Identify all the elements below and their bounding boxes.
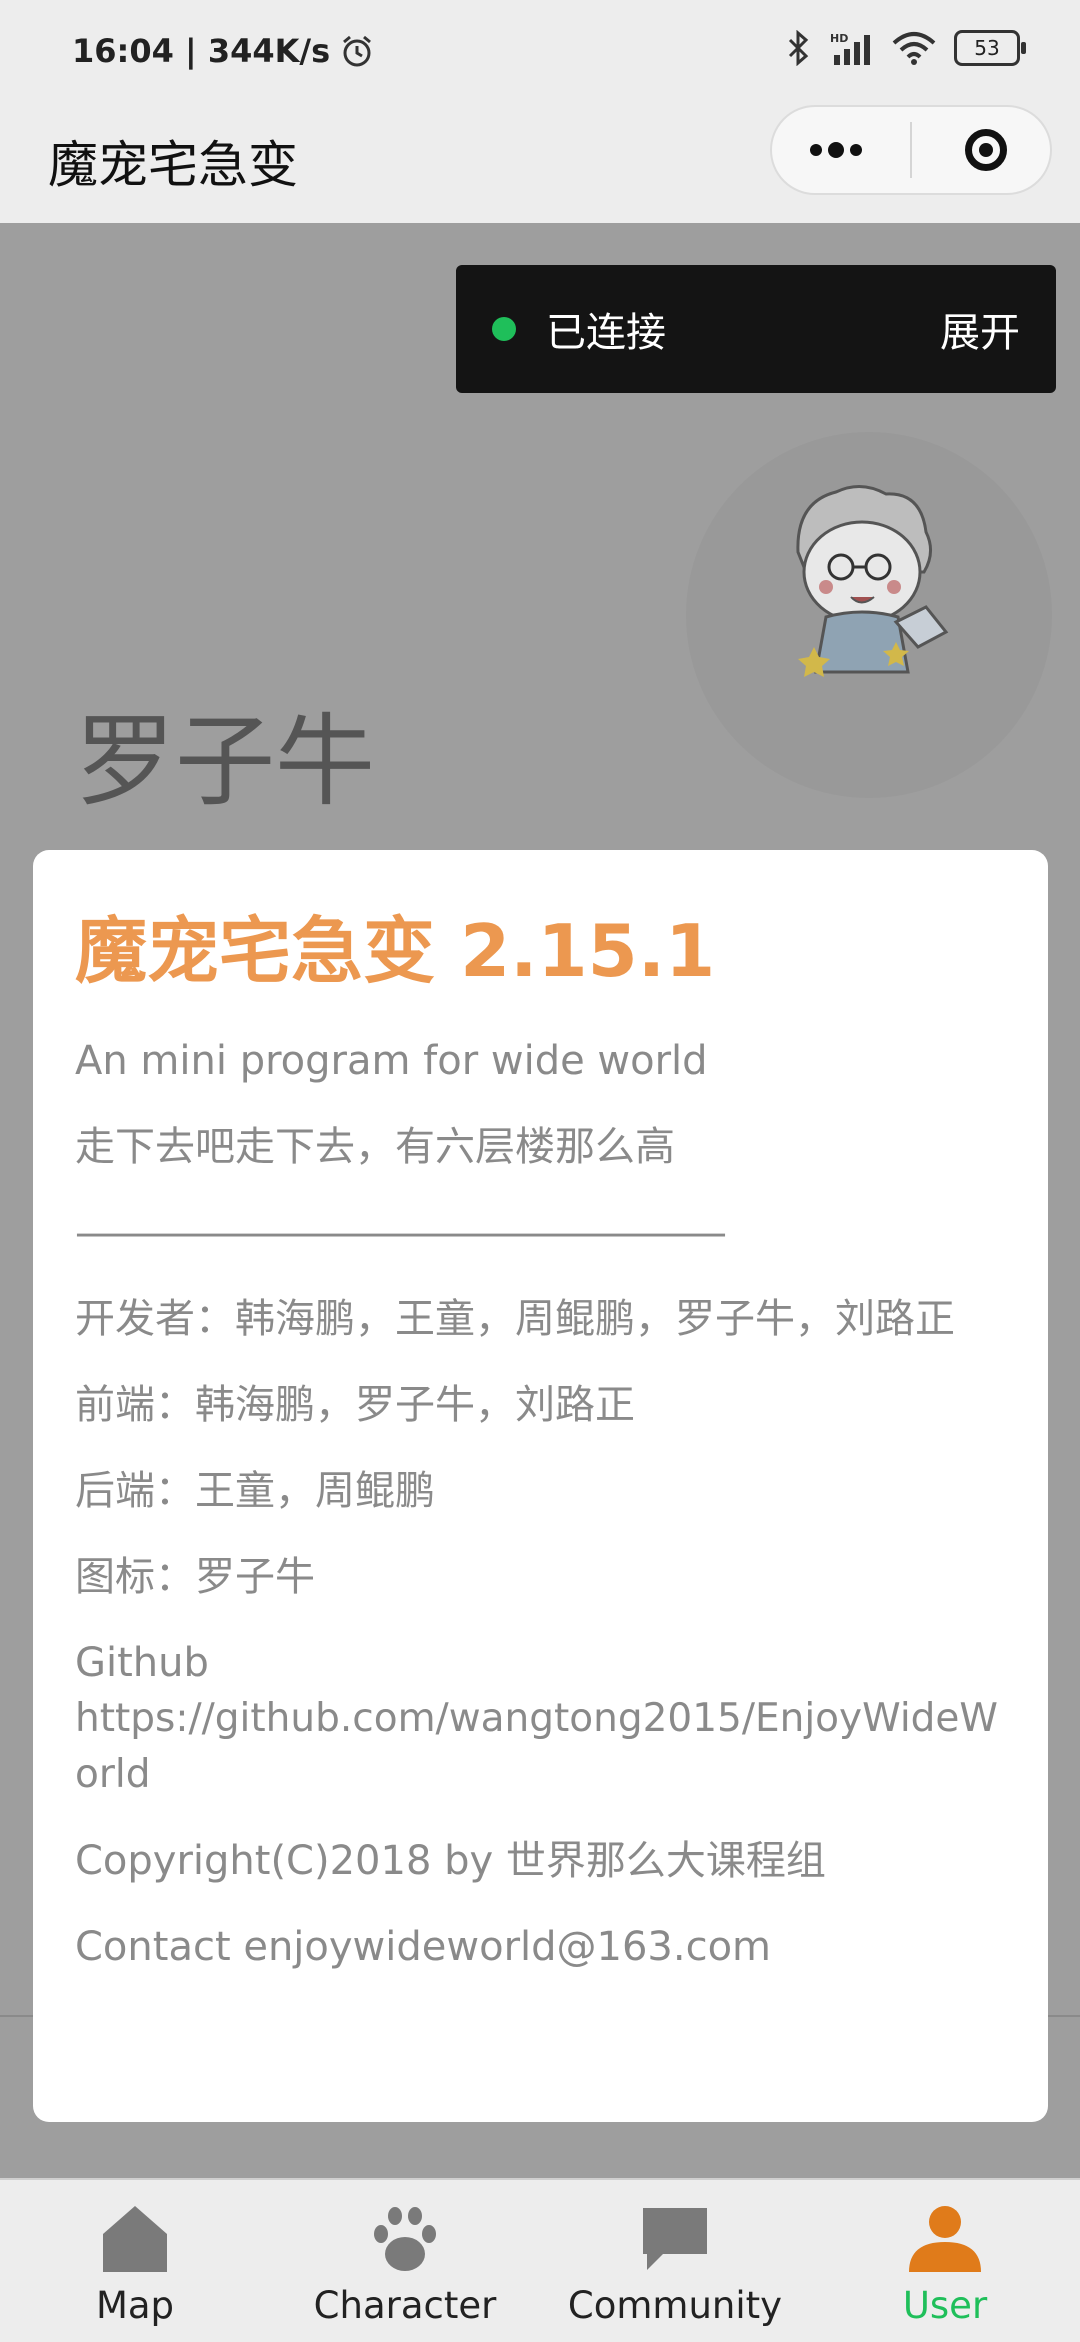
house-icon — [103, 2206, 167, 2272]
tab-character[interactable]: Character — [270, 2180, 540, 2342]
user-icon — [909, 2206, 981, 2272]
chat-bubble-icon — [643, 2208, 707, 2270]
target-icon — [964, 129, 1007, 171]
github-link[interactable]: https://github.com/wangtong2015/EnjoyWid… — [75, 1691, 1006, 1803]
status-time: 16:04 | 344K/s — [72, 32, 374, 70]
more-dots-icon — [810, 142, 863, 158]
tab-label-user: User — [902, 2284, 988, 2327]
time-speed-text: 16:04 | 344K/s — [72, 32, 331, 70]
expand-button[interactable]: 展开 — [940, 300, 1020, 358]
tab-map[interactable]: Map — [0, 2180, 270, 2342]
about-tagline: An mini program for wide world — [75, 1037, 708, 1084]
nav-bar: 魔宠宅急变 — [0, 105, 1080, 223]
about-slogan: 走下去吧走下去，有六层楼那么高 — [75, 1123, 675, 1170]
about-frontend: 前端：韩海鹏，罗子牛，刘路正 — [75, 1381, 635, 1428]
more-button[interactable] — [781, 105, 891, 195]
status-bar: 16:04 | 344K/s HD 53 — [0, 0, 1080, 105]
github-label: Github — [75, 1639, 209, 1686]
tab-community[interactable]: Community — [540, 2180, 810, 2342]
connection-bar[interactable]: 已连接 展开 — [456, 265, 1056, 393]
alarm-icon — [343, 35, 372, 67]
capsule-divider — [909, 122, 912, 178]
user-name: 罗子牛 — [75, 703, 375, 820]
about-copyright: Copyright(C)2018 by 世界那么大课程组 — [75, 1837, 826, 1884]
battery-icon: 53 — [954, 30, 1026, 66]
page-title: 魔宠宅急变 — [48, 136, 298, 194]
tab-label-map: Map — [95, 2284, 175, 2327]
status-icons: HD 53 — [786, 30, 1026, 66]
tab-bar: Map Character Community User — [0, 2178, 1080, 2342]
svg-text:HD: HD — [830, 32, 848, 45]
connected-dot-icon — [492, 317, 516, 341]
avatar-cartoon-icon — [796, 485, 949, 677]
tab-user[interactable]: User — [810, 2180, 1080, 2342]
wifi-icon — [892, 32, 936, 65]
tab-label-community: Community — [567, 2284, 783, 2327]
about-title: 魔宠宅急变 2.15.1 — [75, 909, 716, 993]
about-icons: 图标：罗子牛 — [75, 1553, 315, 1600]
paw-icon — [374, 2207, 436, 2271]
avatar[interactable] — [686, 432, 1052, 798]
battery-level: 53 — [974, 36, 1000, 60]
about-separator: —————————————————— — [75, 1209, 727, 1256]
cell-signal-icon: HD — [830, 32, 870, 65]
about-dialog: 魔宠宅急变 2.15.1 An mini program for wide wo… — [33, 850, 1048, 2122]
about-contact: Contact enjoywideworld@163.com — [75, 1923, 772, 1970]
connection-status: 已连接 — [546, 310, 666, 356]
miniprogram-capsule — [770, 105, 1052, 195]
close-miniprogram-button[interactable] — [931, 105, 1041, 195]
bluetooth-icon — [788, 30, 809, 66]
about-developers: 开发者：韩海鹏，王童，周鲲鹏，罗子牛，刘路正 — [75, 1295, 955, 1342]
tab-label-character: Character — [313, 2284, 497, 2327]
about-backend: 后端：王童，周鲲鹏 — [75, 1467, 435, 1514]
